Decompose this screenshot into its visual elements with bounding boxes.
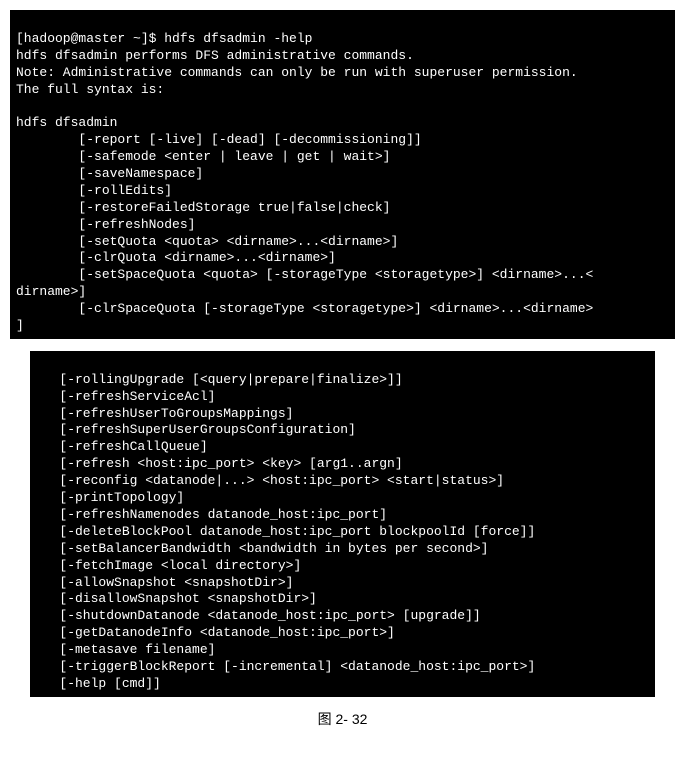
help-option: [-reconfig <datanode|...> <host:ipc_port… <box>36 473 504 488</box>
help-option-wrap: ] <box>16 318 24 333</box>
help-option: [-rollEdits] <box>16 183 172 198</box>
help-option: [-disallowSnapshot <snapshotDir>] <box>36 591 317 606</box>
help-option: [-refreshNamenodes datanode_host:ipc_por… <box>36 507 387 522</box>
help-option: [-report [-live] [-dead] [-decommissioni… <box>16 132 422 147</box>
help-option: [-metasave filename] <box>36 642 215 657</box>
help-option: [-triggerBlockReport [-incremental] <dat… <box>36 659 535 674</box>
help-option: [-setQuota <quota> <dirname>...<dirname>… <box>16 234 398 249</box>
terminal-output-2: [-rollingUpgrade [<query|prepare|finaliz… <box>30 351 655 697</box>
help-option: [-setSpaceQuota <quota> [-storageType <s… <box>16 267 593 282</box>
help-option: [-safemode <enter | leave | get | wait>] <box>16 149 390 164</box>
help-option: [-refreshCallQueue] <box>36 439 208 454</box>
help-line: hdfs dfsadmin performs DFS administrativ… <box>16 48 414 63</box>
terminal-output-1: [hadoop@master ~]$ hdfs dfsadmin -help h… <box>10 10 675 339</box>
help-option: [-printTopology] <box>36 490 184 505</box>
shell-command: hdfs dfsadmin -help <box>164 31 312 46</box>
help-option-wrap: dirname>] <box>16 284 86 299</box>
help-option: [-clrSpaceQuota [-storageType <storagety… <box>16 301 593 316</box>
help-option: [-saveNamespace] <box>16 166 203 181</box>
help-option: [-shutdownDatanode <datanode_host:ipc_po… <box>36 608 481 623</box>
help-line: Note: Administrative commands can only b… <box>16 65 578 80</box>
figure-caption: 图 2- 32 <box>10 709 675 729</box>
help-option: [-deleteBlockPool datanode_host:ipc_port… <box>36 524 535 539</box>
help-option: [-refreshUserToGroupsMappings] <box>36 406 293 421</box>
help-line: The full syntax is: <box>16 82 164 97</box>
help-option: [-setBalancerBandwidth <bandwidth in byt… <box>36 541 488 556</box>
help-option: [-fetchImage <local directory>] <box>36 558 301 573</box>
help-option: [-refresh <host:ipc_port> <key> [arg1..a… <box>36 456 403 471</box>
help-option: [-refreshNodes] <box>16 217 195 232</box>
help-option: [-clrQuota <dirname>...<dirname>] <box>16 250 336 265</box>
help-option: [-restoreFailedStorage true|false|check] <box>16 200 390 215</box>
help-option: [-refreshServiceAcl] <box>36 389 215 404</box>
help-line: hdfs dfsadmin <box>16 115 117 130</box>
shell-prompt: [hadoop@master ~]$ <box>16 31 164 46</box>
help-option: [-refreshSuperUserGroupsConfiguration] <box>36 422 356 437</box>
help-option: [-allowSnapshot <snapshotDir>] <box>36 575 293 590</box>
help-option: [-rollingUpgrade [<query|prepare|finaliz… <box>36 372 403 387</box>
help-option: [-getDatanodeInfo <datanode_host:ipc_por… <box>36 625 395 640</box>
help-option: [-help [cmd]] <box>36 676 161 691</box>
